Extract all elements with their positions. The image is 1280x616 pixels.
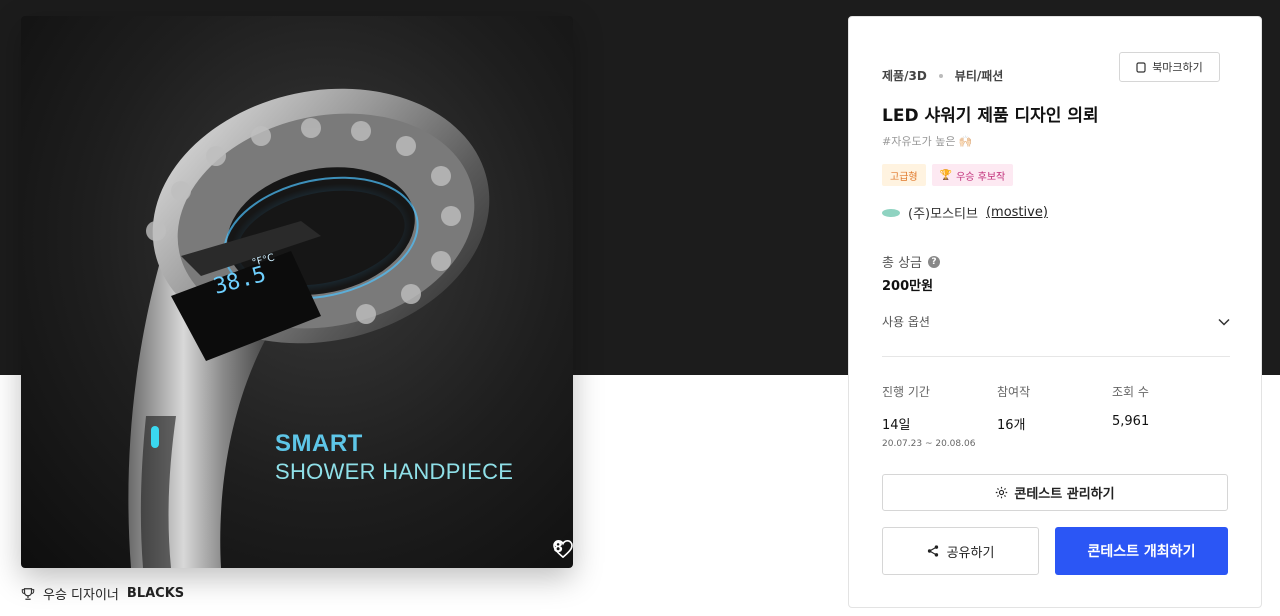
help-icon[interactable]: ?: [928, 255, 941, 268]
gear-icon: [996, 486, 1008, 499]
share-icon: [927, 545, 938, 557]
trophy-icon: [21, 587, 35, 600]
prize-label-row: 총 상금 ?: [882, 252, 941, 271]
premium-badge: 고급형: [882, 164, 926, 186]
subcategory[interactable]: 뷰티/패션: [955, 67, 1004, 84]
category[interactable]: 제품/3D: [882, 67, 927, 84]
shower-handpiece-illustration: 38.5 °F°C: [128, 88, 490, 568]
share-button[interactable]: 공유하기: [882, 527, 1039, 575]
company-link[interactable]: (mostive): [986, 205, 1048, 220]
nominee-badge: 🏆 우승 후보작: [931, 164, 1014, 186]
bookmark-button[interactable]: 북마크하기: [1119, 52, 1220, 82]
prize-label: 총 상금: [882, 256, 923, 271]
stat-value: 16개: [997, 418, 1026, 433]
overlay-title: SMART: [275, 430, 363, 457]
stat-entries: 참여작 16개: [997, 383, 1112, 449]
company-logo: [882, 208, 900, 217]
usage-label: 사용 옵션: [882, 315, 930, 329]
overlay-subtitle: SHOWER HANDPIECE: [275, 459, 514, 484]
trophy-icon: 🏆: [939, 169, 953, 181]
like-button[interactable]: 8: [553, 540, 573, 558]
usage-options-toggle[interactable]: 사용 옵션: [882, 313, 1230, 330]
company-name: (주)모스티브: [908, 207, 978, 222]
winner-name[interactable]: BLACKS: [127, 586, 184, 601]
stat-label: 참여작: [997, 385, 1031, 399]
category-breadcrumb: 제품/3D 뷰티/패션: [882, 67, 1003, 84]
contest-stats: 진행 기간 14일 20.07.23 ~ 20.08.06 참여작 16개 조회…: [882, 383, 1230, 449]
manage-contest-button[interactable]: 콘테스트 관리하기: [882, 474, 1228, 511]
stat-date-range: 20.07.23 ~ 20.08.06: [882, 439, 976, 449]
stat-views: 조회 수 5,961: [1112, 383, 1227, 449]
share-label: 공유하기: [946, 545, 995, 561]
stat-label: 진행 기간: [882, 385, 930, 399]
hashtag: #자유도가 높은 🙌🏻: [882, 135, 973, 148]
contest-info-panel: 제품/3D 뷰티/패션 북마크하기 LED 샤워기 제품 디자인 의뢰 #자유도…: [848, 16, 1262, 608]
stat-value: 5,961: [1112, 414, 1150, 429]
product-image[interactable]: 38.5 °F°C SMART SHOWER HANDPIECE 8: [21, 16, 573, 568]
bookmark-icon: [1136, 61, 1146, 73]
heart-icon: [553, 540, 573, 558]
stat-value: 14일: [882, 418, 911, 433]
company-info: (주)모스티브 (mostive): [882, 203, 1048, 222]
bookmark-label: 북마크하기: [1152, 61, 1203, 74]
stat-duration: 진행 기간 14일 20.07.23 ~ 20.08.06: [882, 383, 997, 449]
winner-label: 우승 디자이너: [43, 588, 119, 603]
nominee-badge-label: 우승 후보작: [956, 171, 1006, 183]
stat-label: 조회 수: [1112, 385, 1149, 399]
winner-info: 우승 디자이너 BLACKS: [21, 584, 184, 603]
badge-list: 고급형 🏆 우승 후보작: [882, 164, 1014, 186]
divider: [882, 356, 1230, 357]
chevron-down-icon: [1218, 318, 1230, 326]
host-contest-button[interactable]: 콘테스트 개최하기: [1055, 527, 1228, 575]
contest-title: LED 샤워기 제품 디자인 의뢰: [882, 106, 1099, 126]
prize-value: 200만원: [882, 279, 934, 294]
separator-dot: [938, 73, 943, 78]
manage-label: 콘테스트 관리하기: [1014, 487, 1115, 502]
